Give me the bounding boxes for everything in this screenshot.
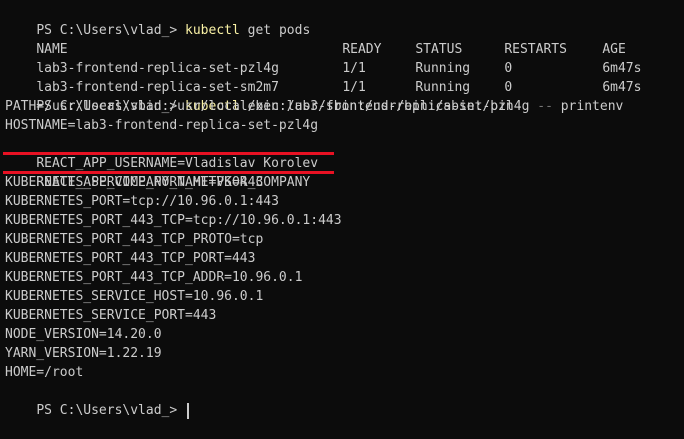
table-row: lab3-frontend-replica-set-pzl4g 1/1 Runnin… — [5, 40, 684, 76]
env-line: KUBERNETES_PORT_443_TCP=tcp://10.96.0.1:… — [5, 213, 342, 228]
terminal-window[interactable]: PS C:\Users\vlad_> kubectl get pods NAME… — [0, 0, 684, 419]
env-line: YARN_VERSION=1.22.19 — [5, 346, 162, 361]
text-cursor[interactable] — [187, 402, 190, 419]
command-line-1: PS C:\Users\vlad_> kubectl get pods — [5, 2, 684, 38]
env-line: KUBERNETES_SERVICE_PORT=443 — [5, 308, 217, 323]
pods-table-header: NAME READY STATUS RESTARTS AGE — [5, 21, 684, 57]
env-line: KUBERNETES_PORT_443_TCP_ADDR=10.96.0.1 — [5, 270, 303, 285]
command-line-2: PS C:\Users\vlad_> kubectl exec lab3-fro… — [5, 78, 684, 114]
env-line: KUBERNETES_SERVICE_PORT_HTTPS=443 — [5, 175, 264, 190]
env-line-react-app-company-name: REACT_APP_COMPANY_NAME=VKOR_COMPANY — [3, 154, 684, 190]
env-line: KUBERNETES_SERVICE_HOST=10.96.0.1 — [5, 289, 264, 304]
env-line: HOME=/root — [5, 365, 84, 380]
env-line-hostname: HOSTNAME=lab3-frontend-replica-set-pzl4g — [5, 118, 319, 133]
env-line: KUBERNETES_PORT_443_TCP_PORT=443 — [5, 251, 256, 266]
table-row: lab3-frontend-replica-set-sm2m7 1/1 Runnin… — [5, 59, 684, 95]
prompt: PS C:\Users\vlad_> — [36, 403, 186, 418]
env-line-react-app-username: REACT_APP_USERNAME=Vladislav Korolev — [3, 135, 684, 171]
env-line: KUBERNETES_PORT_443_TCP_PROTO=tcp — [5, 232, 264, 247]
env-line-path: PATH=/usr/local/sbin:/usr/local/bin:/usr… — [5, 99, 514, 114]
env-line: NODE_VERSION=14.20.0 — [5, 327, 162, 342]
command-line-current[interactable]: PS C:\Users\vlad_> — [5, 382, 684, 419]
env-line: KUBERNETES_PORT=tcp://10.96.0.1:443 — [5, 194, 279, 209]
